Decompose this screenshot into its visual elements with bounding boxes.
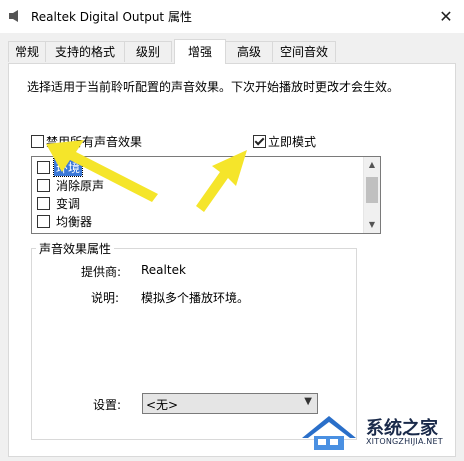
disable-all-checkbox[interactable]: [31, 135, 44, 148]
effect-checkbox[interactable]: [37, 179, 50, 192]
effects-list[interactable]: 环境 消除原声 变调 均衡器 ▲ ▼: [31, 156, 381, 234]
tab-general[interactable]: 常规: [8, 41, 46, 62]
list-item[interactable]: 变调: [32, 194, 362, 212]
settings-value: <无>: [146, 398, 179, 412]
scroll-up-icon[interactable]: ▲: [364, 157, 380, 173]
effect-checkbox[interactable]: [37, 215, 50, 228]
group-title: 声音效果属性: [36, 240, 115, 257]
list-item[interactable]: 均衡器: [32, 212, 362, 230]
effect-label: 均衡器: [56, 215, 93, 229]
tab-levels[interactable]: 级别: [124, 41, 172, 62]
enhancement-description: 选择适用于当前聆听配置的声音效果。下次开始播放时更改才会生效。: [27, 80, 400, 94]
immediate-mode-checkbox[interactable]: [253, 135, 266, 148]
tab-advanced[interactable]: 高级: [225, 41, 273, 62]
tab-supported-formats[interactable]: 支持的格式: [45, 41, 125, 62]
tab-spatial-sound[interactable]: 空间音效: [272, 41, 336, 62]
tab-enhancements[interactable]: 增强: [174, 39, 226, 64]
house-logo-icon: [302, 416, 356, 450]
window-title: Realtek Digital Output 属性: [31, 10, 192, 24]
description-value: 模拟多个播放环境。: [141, 291, 250, 305]
list-item[interactable]: 消除原声: [32, 176, 362, 194]
chevron-down-icon: ▼: [304, 396, 312, 407]
settings-dropdown[interactable]: <无> ▼: [142, 393, 318, 414]
close-icon[interactable]: ✕: [435, 6, 457, 28]
scroll-thumb[interactable]: [366, 177, 378, 203]
scroll-down-icon[interactable]: ▼: [364, 217, 380, 233]
effect-label: 环境: [52, 158, 84, 177]
effect-checkbox[interactable]: [37, 161, 50, 174]
effect-checkbox[interactable]: [37, 197, 50, 210]
disable-all-label[interactable]: 禁用所有声音效果: [46, 133, 142, 150]
list-scrollbar[interactable]: ▲ ▼: [363, 157, 380, 233]
description-label: 说明:: [91, 291, 120, 305]
title-bar: Realtek Digital Output 属性 ✕: [0, 0, 464, 33]
settings-label: 设置:: [93, 398, 122, 412]
effect-label: 消除原声: [56, 179, 105, 193]
provider-label: 提供商:: [81, 265, 122, 279]
provider-value: Realtek: [141, 263, 186, 277]
list-item[interactable]: 环境: [32, 158, 362, 177]
speaker-icon: [9, 10, 18, 22]
effect-label: 变调: [56, 197, 81, 211]
watermark-logo: 系统之家 XITONGZHIJIA.NET: [296, 408, 460, 456]
immediate-mode-label[interactable]: 立即模式: [268, 133, 316, 150]
watermark-url: XITONGZHIJIA.NET: [366, 437, 443, 446]
